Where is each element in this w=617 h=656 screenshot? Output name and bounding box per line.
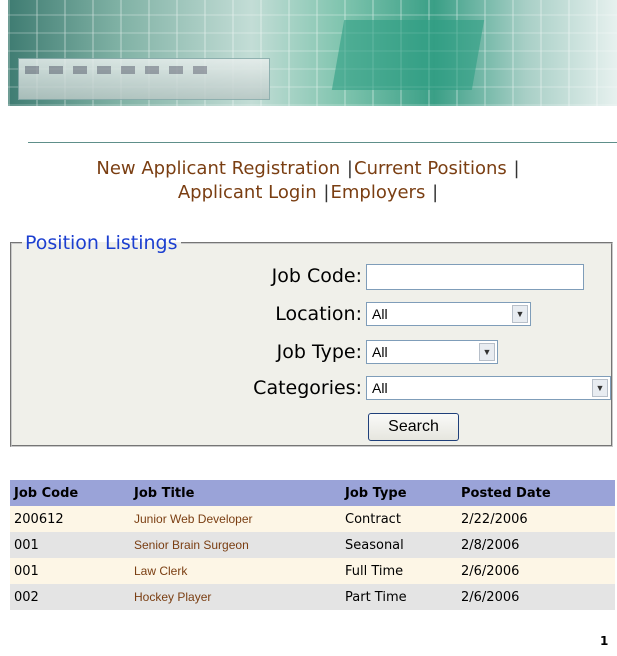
col-header-job-title[interactable]: Job Title — [130, 480, 341, 506]
page-number-link[interactable]: 1 — [600, 634, 608, 648]
location-label: Location: — [275, 303, 362, 325]
job-title-link[interactable]: Hockey Player — [130, 584, 341, 610]
table-row: 200612 Junior Web Developer Contract 2/2… — [10, 506, 615, 532]
job-title-link[interactable]: Law Clerk — [130, 558, 341, 584]
job-type-cell: Contract — [341, 506, 457, 532]
toolbar-illustration — [18, 58, 270, 100]
chevron-down-icon[interactable]: ▼ — [512, 305, 528, 323]
col-header-job-type[interactable]: Job Type — [341, 480, 457, 506]
job-type-select[interactable]: All ▼ — [366, 340, 498, 364]
main-nav: New Applicant Registration |Current Posi… — [96, 158, 520, 203]
job-title-link[interactable]: Senior Brain Surgeon — [130, 532, 341, 558]
search-button[interactable]: Search — [368, 413, 459, 441]
col-header-posted-date[interactable]: Posted Date — [457, 480, 615, 506]
posted-date-cell: 2/6/2006 — [457, 584, 615, 610]
nav-link-employers[interactable]: Employers — [330, 182, 425, 203]
position-listings-legend: Position Listings — [25, 232, 178, 254]
col-header-job-code[interactable]: Job Code — [10, 480, 130, 506]
posted-date-cell: 2/22/2006 — [457, 506, 615, 532]
nav-link-current-positions[interactable]: Current Positions — [354, 158, 507, 179]
posted-date-cell: 2/6/2006 — [457, 558, 615, 584]
job-type-cell: Seasonal — [341, 532, 457, 558]
job-code-input[interactable] — [366, 264, 584, 290]
job-code-cell: 001 — [10, 532, 130, 558]
job-code-cell: 200612 — [10, 506, 130, 532]
table-row: 001 Law Clerk Full Time 2/6/2006 — [10, 558, 615, 584]
header-banner-image — [8, 0, 617, 106]
categories-label: Categories: — [253, 377, 362, 399]
table-row: 001 Senior Brain Surgeon Seasonal 2/8/20… — [10, 532, 615, 558]
divider-line — [28, 142, 617, 143]
job-type-cell: Full Time — [341, 558, 457, 584]
job-code-cell: 002 — [10, 584, 130, 610]
categories-select[interactable]: All ▼ — [366, 376, 611, 400]
chevron-down-icon[interactable]: ▼ — [592, 379, 608, 397]
job-type-label: Job Type: — [276, 341, 362, 363]
table-row: 002 Hockey Player Part Time 2/6/2006 — [10, 584, 615, 610]
job-title-link[interactable]: Junior Web Developer — [130, 506, 341, 532]
posted-date-cell: 2/8/2006 — [457, 532, 615, 558]
job-code-cell: 001 — [10, 558, 130, 584]
table-header-row: Job Code Job Title Job Type Posted Date — [10, 480, 615, 506]
nav-link-new-applicant-registration[interactable]: New Applicant Registration — [96, 158, 340, 179]
results-table: Job Code Job Title Job Type Posted Date … — [10, 480, 615, 610]
location-select[interactable]: All ▼ — [366, 302, 531, 326]
nav-link-applicant-login[interactable]: Applicant Login — [178, 182, 317, 203]
job-type-cell: Part Time — [341, 584, 457, 610]
job-code-label: Job Code: — [271, 265, 362, 287]
chevron-down-icon[interactable]: ▼ — [479, 343, 495, 361]
